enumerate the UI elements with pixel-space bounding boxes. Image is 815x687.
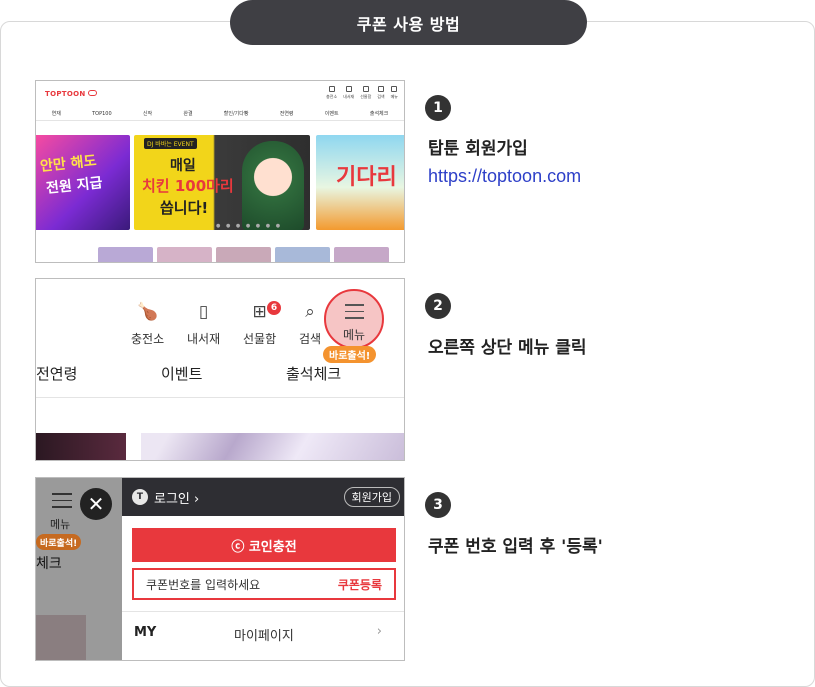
site-logo: TOPTOON (45, 90, 86, 98)
screenshot-menu: 🍗 충전소 ▯ 내서재 ⊞ 선물함 6 ⌕ 검색 메뉴 바로출석! 전연령 이벤… (35, 278, 405, 461)
step-1-number: 1 (425, 95, 451, 121)
character-illustration (242, 141, 304, 230)
coin-charge-button[interactable]: ⓒ 코인충전 (132, 528, 396, 562)
step-3-text: 쿠폰 번호 입력 후 '등록' (428, 537, 603, 557)
chevron-right-icon: › (376, 624, 382, 639)
menu-icon (391, 86, 398, 92)
thumbnail (157, 247, 212, 262)
nav-item: 출석체크 (369, 111, 389, 117)
gift-count-badge: 6 (267, 301, 281, 315)
library-icon (345, 86, 352, 92)
toptoon-link[interactable]: https://toptoon.com (428, 166, 581, 187)
header-menu: 메뉴 (391, 86, 398, 100)
menu-label: 메뉴 (343, 328, 366, 342)
library-icon: ▯ (198, 302, 209, 322)
comic-art (36, 615, 86, 660)
charge-item: 🍗 충전소 (131, 302, 165, 346)
menu-icon (52, 493, 72, 513)
step-2-text: 오른쪽 상단 메뉴 클릭 (428, 338, 587, 358)
library-item: ▯ 내서재 (187, 302, 221, 346)
header-charge: 충전소 (326, 86, 337, 100)
coupon-field[interactable]: 쿠폰번호를 입력하세요 쿠폰등록 (132, 568, 396, 600)
close-icon[interactable]: ✕ (80, 488, 112, 520)
nav-item: 신작 (142, 111, 153, 117)
carousel-dots: ● ● ● ● ● ● ● (216, 223, 283, 229)
step-1-text: 탑툰 회원가입 (428, 139, 528, 159)
nav-item: 전연령 (36, 365, 78, 383)
banner-signup: 안만 해도 전원 지급 (36, 135, 130, 230)
search-item: ⌕ 검색 (299, 302, 322, 346)
step-2-number: 2 (425, 293, 451, 319)
my-section-label: MY (134, 625, 157, 640)
nav-item: 출석체크 (286, 365, 342, 383)
attendance-bubble: 바로출석! (36, 534, 82, 550)
login-link[interactable]: 로그인 › (154, 488, 199, 507)
comic-art (36, 433, 126, 460)
side-menu-panel: T 로그인 › 회원가입 ⓒ 코인충전 쿠폰번호를 입력하세요 쿠폰등록 MY … (122, 478, 404, 660)
divider (36, 397, 404, 398)
thumbnail-row (98, 247, 389, 262)
nav-item: 이벤트 (161, 365, 203, 383)
step-3-number: 3 (425, 492, 451, 518)
nav-item: 이벤트 (324, 111, 339, 117)
charge-icon: 🍗 (136, 302, 159, 322)
divider (122, 611, 404, 612)
nav-item: 할인/기다빵 (223, 111, 249, 117)
thumbnail (275, 247, 330, 262)
thumbnail (216, 247, 271, 262)
nav-item: 완결 (183, 111, 193, 117)
join-button[interactable]: 회원가입 (343, 487, 400, 507)
coupon-register-button[interactable]: 쿠폰등록 (338, 576, 382, 593)
header-search: 검색 (377, 86, 385, 100)
thumbnail (98, 247, 153, 262)
mypage-link[interactable]: 마이페이지 (234, 625, 294, 644)
search-icon: ⌕ (305, 302, 315, 322)
nav-item: 연재 (51, 111, 61, 117)
banner-waiting: 기다리 (316, 135, 404, 230)
toptoon-logo-icon: T (132, 489, 148, 505)
nav-item: 체크 (36, 556, 62, 572)
header-gift: 선물함 (360, 86, 371, 100)
side-menu-header: T 로그인 › 회원가입 (122, 478, 404, 516)
search-icon (377, 86, 384, 92)
attendance-bubble: 바로출석! (323, 346, 377, 363)
header-icons: 충전소 내서재 선물함 검색 메뉴 (326, 86, 398, 100)
thumbnail (334, 247, 389, 262)
comic-art (141, 433, 404, 460)
gift-icon (362, 86, 369, 92)
charge-icon (328, 86, 335, 92)
logo-badge-icon (88, 90, 97, 96)
menu-label: 메뉴 (50, 518, 71, 531)
header-library: 내서재 (343, 86, 354, 100)
menu-icon (345, 304, 364, 324)
nav-item: TOP100 (92, 110, 112, 117)
banner-chicken-event: DJ 바바는 EVENT 매일 치킨 100마리 씁니다! (134, 135, 310, 230)
screenshot-coupon: 메뉴 바로출석! 체크 ✕ T 로그인 › 회원가입 ⓒ 코인충전 쿠폰번호를 … (35, 477, 405, 661)
nav-item: 전연령 (279, 111, 294, 117)
coupon-input[interactable]: 쿠폰번호를 입력하세요 (146, 576, 260, 593)
site-header: TOPTOON 충전소 내서재 선물함 검색 메뉴 (36, 81, 404, 103)
page-title: 쿠폰 사용 방법 (230, 0, 587, 45)
screenshot-homepage: TOPTOON 충전소 내서재 선물함 검색 메뉴 연재 TOP100 신작 완… (35, 80, 405, 263)
site-nav: 연재 TOP100 신작 완결 할인/기다빵 전연령 이벤트 출석체크 (36, 107, 404, 121)
